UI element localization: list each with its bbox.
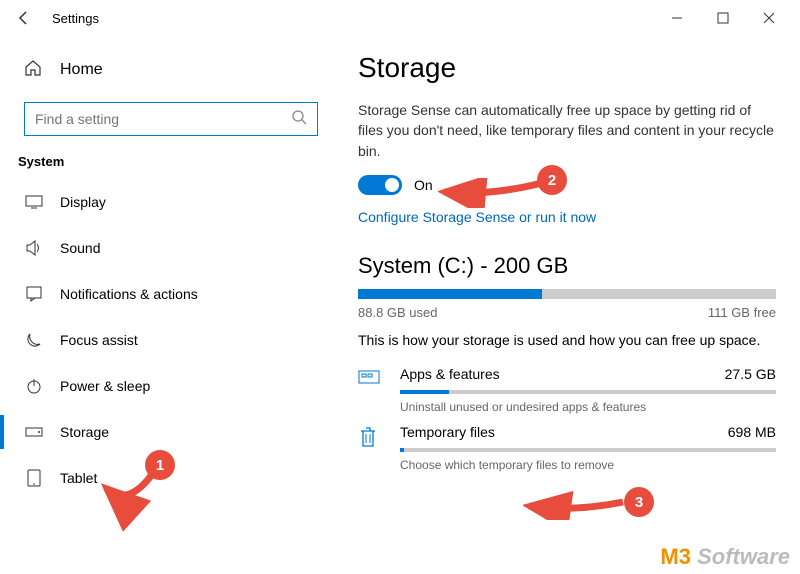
nav-label: Storage [60, 424, 109, 440]
sidebar-item-focus-assist[interactable]: Focus assist [24, 317, 318, 363]
used-label: 88.8 GB used [358, 305, 438, 320]
sidebar-item-display[interactable]: Display [24, 179, 318, 225]
configure-storage-sense-link[interactable]: Configure Storage Sense or run it now [358, 209, 596, 225]
back-button[interactable] [8, 2, 40, 34]
watermark-prefix: M3 [660, 544, 691, 569]
sidebar-item-notifications[interactable]: Notifications & actions [24, 271, 318, 317]
annotation-badge-1: 1 [145, 450, 175, 480]
home-nav[interactable]: Home [24, 50, 318, 90]
nav-label: Sound [60, 240, 100, 256]
nav-label: Notifications & actions [60, 286, 198, 302]
tablet-icon [24, 469, 44, 487]
free-label: 111 GB free [708, 305, 776, 320]
drive-heading: System (C:) - 200 GB [358, 253, 776, 279]
nav-label: Power & sleep [60, 378, 150, 394]
category-bar [400, 448, 776, 452]
storage-sense-description: Storage Sense can automatically free up … [358, 100, 776, 161]
main-panel: Storage Storage Sense can automatically … [330, 36, 800, 574]
close-button[interactable] [746, 2, 792, 34]
category-name: Apps & features [400, 366, 500, 382]
search-box[interactable] [24, 102, 318, 136]
toggle-state-label: On [414, 177, 433, 193]
settings-window: Settings Home [0, 0, 800, 574]
power-icon [24, 378, 44, 394]
category-name: Temporary files [400, 424, 495, 440]
sidebar: Home System Display Sound Notifications … [0, 36, 330, 574]
annotation-badge-2: 2 [537, 165, 567, 195]
home-icon [24, 59, 44, 82]
sidebar-item-power[interactable]: Power & sleep [24, 363, 318, 409]
home-label: Home [60, 61, 103, 79]
display-icon [24, 195, 44, 209]
search-input[interactable] [35, 111, 291, 127]
category-body: Temporary files 698 MB Choose which temp… [400, 424, 776, 472]
section-label: System [18, 154, 318, 169]
category-bar [400, 390, 776, 394]
window-controls [654, 2, 792, 34]
content-area: Home System Display Sound Notifications … [0, 36, 800, 574]
titlebar: Settings [0, 0, 800, 36]
trash-icon [358, 426, 382, 453]
category-sub: Choose which temporary files to remove [400, 458, 776, 472]
sidebar-item-storage[interactable]: Storage [24, 409, 318, 455]
category-apps-features[interactable]: Apps & features 27.5 GB Uninstall unused… [358, 366, 776, 414]
category-body: Apps & features 27.5 GB Uninstall unused… [400, 366, 776, 414]
watermark: M3 Software [660, 544, 790, 570]
sound-icon [24, 240, 44, 256]
nav-label: Tablet [60, 470, 97, 486]
nav-label: Display [60, 194, 106, 210]
apps-icon [358, 368, 382, 391]
usage-description: This is how your storage is used and how… [358, 332, 776, 348]
category-size: 698 MB [728, 424, 776, 440]
focus-assist-icon [24, 332, 44, 348]
storage-sense-toggle-row: On [358, 175, 776, 195]
annotation-badge-3: 3 [624, 487, 654, 517]
page-title: Storage [358, 52, 776, 84]
storage-sense-toggle[interactable] [358, 175, 402, 195]
category-sub: Uninstall unused or undesired apps & fea… [400, 400, 776, 414]
watermark-suffix: Software [691, 544, 790, 569]
drive-usage-labels: 88.8 GB used 111 GB free [358, 305, 776, 320]
minimize-button[interactable] [654, 2, 700, 34]
sidebar-item-sound[interactable]: Sound [24, 225, 318, 271]
category-temporary-files[interactable]: Temporary files 698 MB Choose which temp… [358, 424, 776, 472]
storage-icon [24, 427, 44, 437]
window-title: Settings [52, 11, 99, 26]
drive-usage-bar [358, 289, 776, 299]
search-icon [291, 109, 307, 130]
maximize-button[interactable] [700, 2, 746, 34]
category-size: 27.5 GB [725, 366, 776, 382]
nav-label: Focus assist [60, 332, 138, 348]
notifications-icon [24, 286, 44, 302]
drive-usage-fill [358, 289, 542, 299]
